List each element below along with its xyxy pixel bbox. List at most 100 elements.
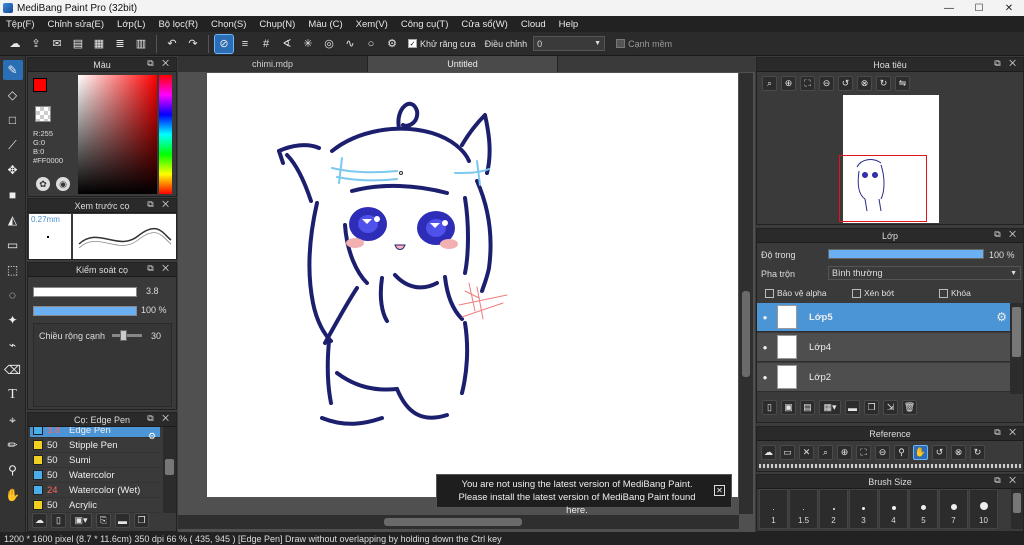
snap-off-icon[interactable]: ⊘ (214, 33, 234, 54)
concentric-snap-icon[interactable]: ◎ (320, 35, 338, 53)
visibility-icon[interactable]: ● (757, 343, 773, 352)
eyedropper-icon[interactable]: ⚲ (894, 445, 909, 460)
eraser-tool-icon[interactable]: ◇ (3, 85, 23, 105)
antialias-checkbox[interactable]: ✓ (408, 39, 417, 48)
cloud-icon[interactable]: ☁ (6, 35, 24, 53)
gear-icon[interactable]: ⚙ (996, 310, 1007, 324)
saturation-value-picker[interactable] (78, 75, 157, 194)
duplicate-icon[interactable]: ❐ (134, 513, 149, 528)
color-wheel-icon[interactable]: ◉ (56, 177, 70, 191)
angle-snap-icon[interactable]: ∢ (278, 35, 296, 53)
vertical-scroll-thumb[interactable] (742, 291, 750, 377)
curve-snap-icon[interactable]: ∿ (341, 35, 359, 53)
close-button[interactable]: ✕ (994, 0, 1024, 16)
panel-controls[interactable]: ⧉ ✕ (994, 427, 1019, 438)
page-icon[interactable]: ▤ (69, 35, 87, 53)
hand-icon[interactable]: ✋ (913, 445, 928, 460)
circle-snap-icon[interactable]: ○ (362, 35, 380, 53)
layer-row-lop2[interactable]: ● Lớp2 (757, 363, 1010, 392)
close-icon[interactable]: ✕ (799, 445, 814, 460)
update-notice[interactable]: You are not using the latest version of … (436, 474, 732, 516)
new-halftone-layer-icon[interactable]: ▣ (781, 400, 796, 415)
menu-edit[interactable]: Chỉnh sửa(E) (42, 19, 112, 30)
layer-opacity-slider[interactable] (828, 249, 984, 259)
brush-list-scrollbar[interactable] (163, 427, 176, 513)
rotate-right-icon[interactable]: ↻ (876, 76, 891, 91)
rotate-reset-icon[interactable]: ⊗ (951, 445, 966, 460)
rectangle-tool-icon[interactable]: □ (3, 110, 23, 130)
clipping-checkbox[interactable] (852, 288, 861, 298)
menu-tools[interactable]: Công cụ(T) (395, 19, 456, 30)
select-eraser-tool-icon[interactable]: ⌫ (3, 360, 23, 380)
cloud-icon[interactable]: ☁ (761, 445, 776, 460)
brush-opacity-slider[interactable] (33, 306, 137, 316)
brush-size-slider[interactable] (33, 287, 137, 297)
new-8bit-layer-icon[interactable]: ▤ (800, 400, 815, 415)
smooth-checkbox[interactable] (616, 39, 626, 48)
canvas-vertical-scrollbar[interactable] (739, 73, 753, 514)
move-tool-icon[interactable]: ✥ (3, 160, 23, 180)
brush-size-preset[interactable]: 7 (939, 489, 968, 529)
menu-layer[interactable]: Lớp(L) (111, 19, 152, 30)
zoom-out-icon[interactable]: ⊖ (819, 76, 834, 91)
menu-select[interactable]: Chọn(S) (205, 19, 253, 30)
grid-icon[interactable]: ▥ (132, 35, 150, 53)
eyedropper-tool-icon[interactable]: ⚲ (3, 460, 23, 480)
primary-color-swatch[interactable] (33, 78, 47, 92)
upload-icon[interactable]: ⇪ (27, 35, 45, 53)
minimize-button[interactable]: — (934, 0, 964, 16)
radial-snap-icon[interactable]: ✳ (299, 35, 317, 53)
zoom-out-icon[interactable]: ⊖ (875, 445, 890, 460)
fit-window-icon[interactable]: ⛶ (856, 445, 871, 460)
gear-icon[interactable]: ⚙ (383, 35, 401, 53)
panel-controls[interactable]: ⧉ ✕ (147, 199, 172, 210)
menu-snap[interactable]: Chụp(N) (253, 19, 302, 30)
visibility-icon[interactable]: ● (757, 373, 773, 382)
navigator-thumbnail[interactable] (839, 95, 939, 223)
select-tool-icon[interactable]: ⬚ (3, 260, 23, 280)
tab-chimi[interactable]: chimi.mdp (178, 56, 368, 72)
transparent-color-swatch[interactable] (35, 106, 51, 122)
brush-tool-icon[interactable]: ✎ (2, 60, 23, 80)
menu-cloud[interactable]: Cloud (515, 19, 553, 30)
open-folder-icon[interactable]: ▭ (780, 445, 795, 460)
lock-checkbox[interactable] (939, 288, 948, 298)
panel-controls[interactable]: ⧉ ✕ (994, 475, 1019, 486)
undo-icon[interactable]: ↶ (163, 35, 181, 53)
brush-item-watercolor[interactable]: 50 Watercolor (30, 468, 160, 483)
protect-alpha-checkbox[interactable] (765, 288, 774, 298)
menu-filter[interactable]: Bộ lọc(R) (152, 19, 205, 30)
close-icon[interactable]: ✕ (714, 485, 725, 496)
fill-rect-tool-icon[interactable]: ■ (3, 185, 23, 205)
trash-icon[interactable]: 🗑 (902, 400, 917, 415)
parallel-snap-icon[interactable]: ≡ (236, 35, 254, 53)
maximize-button[interactable]: ☐ (964, 0, 994, 16)
panel-controls[interactable]: ⧉ ✕ (147, 58, 172, 69)
lasso-tool-icon[interactable]: ◌ (3, 285, 23, 305)
menu-window[interactable]: Cửa sổ(W) (455, 19, 514, 30)
gradient-tool-icon[interactable]: ▭ (3, 235, 23, 255)
new-brush-icon[interactable]: ▯ (51, 513, 66, 528)
clipping-toggle[interactable]: Xén bớt (852, 288, 894, 298)
brush-item-sumi[interactable]: 50 Sumi (30, 453, 160, 468)
copy-brush-icon[interactable]: ⎘ (96, 513, 111, 528)
panel-controls[interactable]: ⧉ ✕ (994, 58, 1019, 69)
smooth-toggle[interactable]: Cạnh mềm (616, 39, 672, 49)
menu-help[interactable]: Help (553, 19, 586, 30)
brush-size-scroll-thumb[interactable] (1013, 493, 1021, 513)
brush-size-preset[interactable]: 4 (879, 489, 908, 529)
brush-size-preset[interactable]: 10 (969, 489, 998, 529)
layer-row-lop4[interactable]: ● Lớp4 (757, 333, 1010, 362)
menu-file[interactable]: Tệp(F) (0, 19, 42, 30)
comment-icon[interactable]: ✉ (48, 35, 66, 53)
grid-snap-icon[interactable]: # (257, 35, 275, 53)
panel-controls[interactable]: ⧉ ✕ (147, 413, 172, 424)
brush-item-edge-pen[interactable]: 3.8 Edge Pen (30, 427, 160, 438)
zoom-icon[interactable]: ⌕ (762, 76, 777, 91)
select-pen-tool-icon[interactable]: ⌁ (3, 335, 23, 355)
rotate-left-icon[interactable]: ↺ (838, 76, 853, 91)
tab-untitled[interactable]: Untitled (368, 56, 558, 72)
blend-mode-select[interactable]: Bình thường ▼ (828, 266, 1021, 280)
brush-item-watercolor-wet[interactable]: 24 Watercolor (Wet) (30, 483, 160, 498)
zoom-in-icon[interactable]: ⊕ (781, 76, 796, 91)
